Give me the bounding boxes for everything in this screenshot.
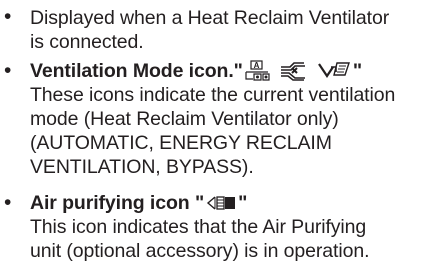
quote-open: " (194, 192, 205, 214)
heading-label: Air purifying icon (30, 192, 195, 214)
document-page: • Displayed when a Heat Reclaim Ventilat… (0, 0, 438, 271)
text-line: This icon indicates that the Air Purifyi… (30, 216, 367, 238)
automatic-ventilation-icon: A (244, 60, 271, 82)
bullet-marker: • (4, 59, 12, 82)
ventilation-mode-heading: Ventilation Mode icon. " A " (30, 59, 362, 83)
bullet-marker: • (4, 191, 12, 214)
quote-close: " (238, 192, 248, 214)
text-line: VENTILATION, BYPASS). (30, 156, 254, 178)
text-line: (AUTOMATIC, ENERGY RECLAIM (30, 132, 332, 154)
text-line: mode (Heat Reclaim Ventilator only) (30, 108, 339, 130)
text-line: unit (optional accessory) is in operatio… (30, 240, 370, 262)
bypass-ventilation-icon (317, 60, 353, 82)
icon-badge-text: A (253, 61, 259, 70)
text-line: These icons indicate the current ventila… (30, 84, 396, 106)
energy-reclaim-ventilation-icon (278, 60, 308, 82)
air-purifying-icon (206, 194, 238, 212)
bullet-marker: • (4, 5, 12, 28)
text-line: is connected. (30, 31, 144, 53)
heading-label: Ventilation Mode icon. (30, 60, 234, 82)
air-purifying-heading: Air purifying icon " " (30, 191, 247, 215)
quote-open: " (233, 60, 243, 82)
quote-close: " (352, 60, 362, 82)
text-line: Displayed when a Heat Reclaim Ventilator (30, 7, 390, 29)
